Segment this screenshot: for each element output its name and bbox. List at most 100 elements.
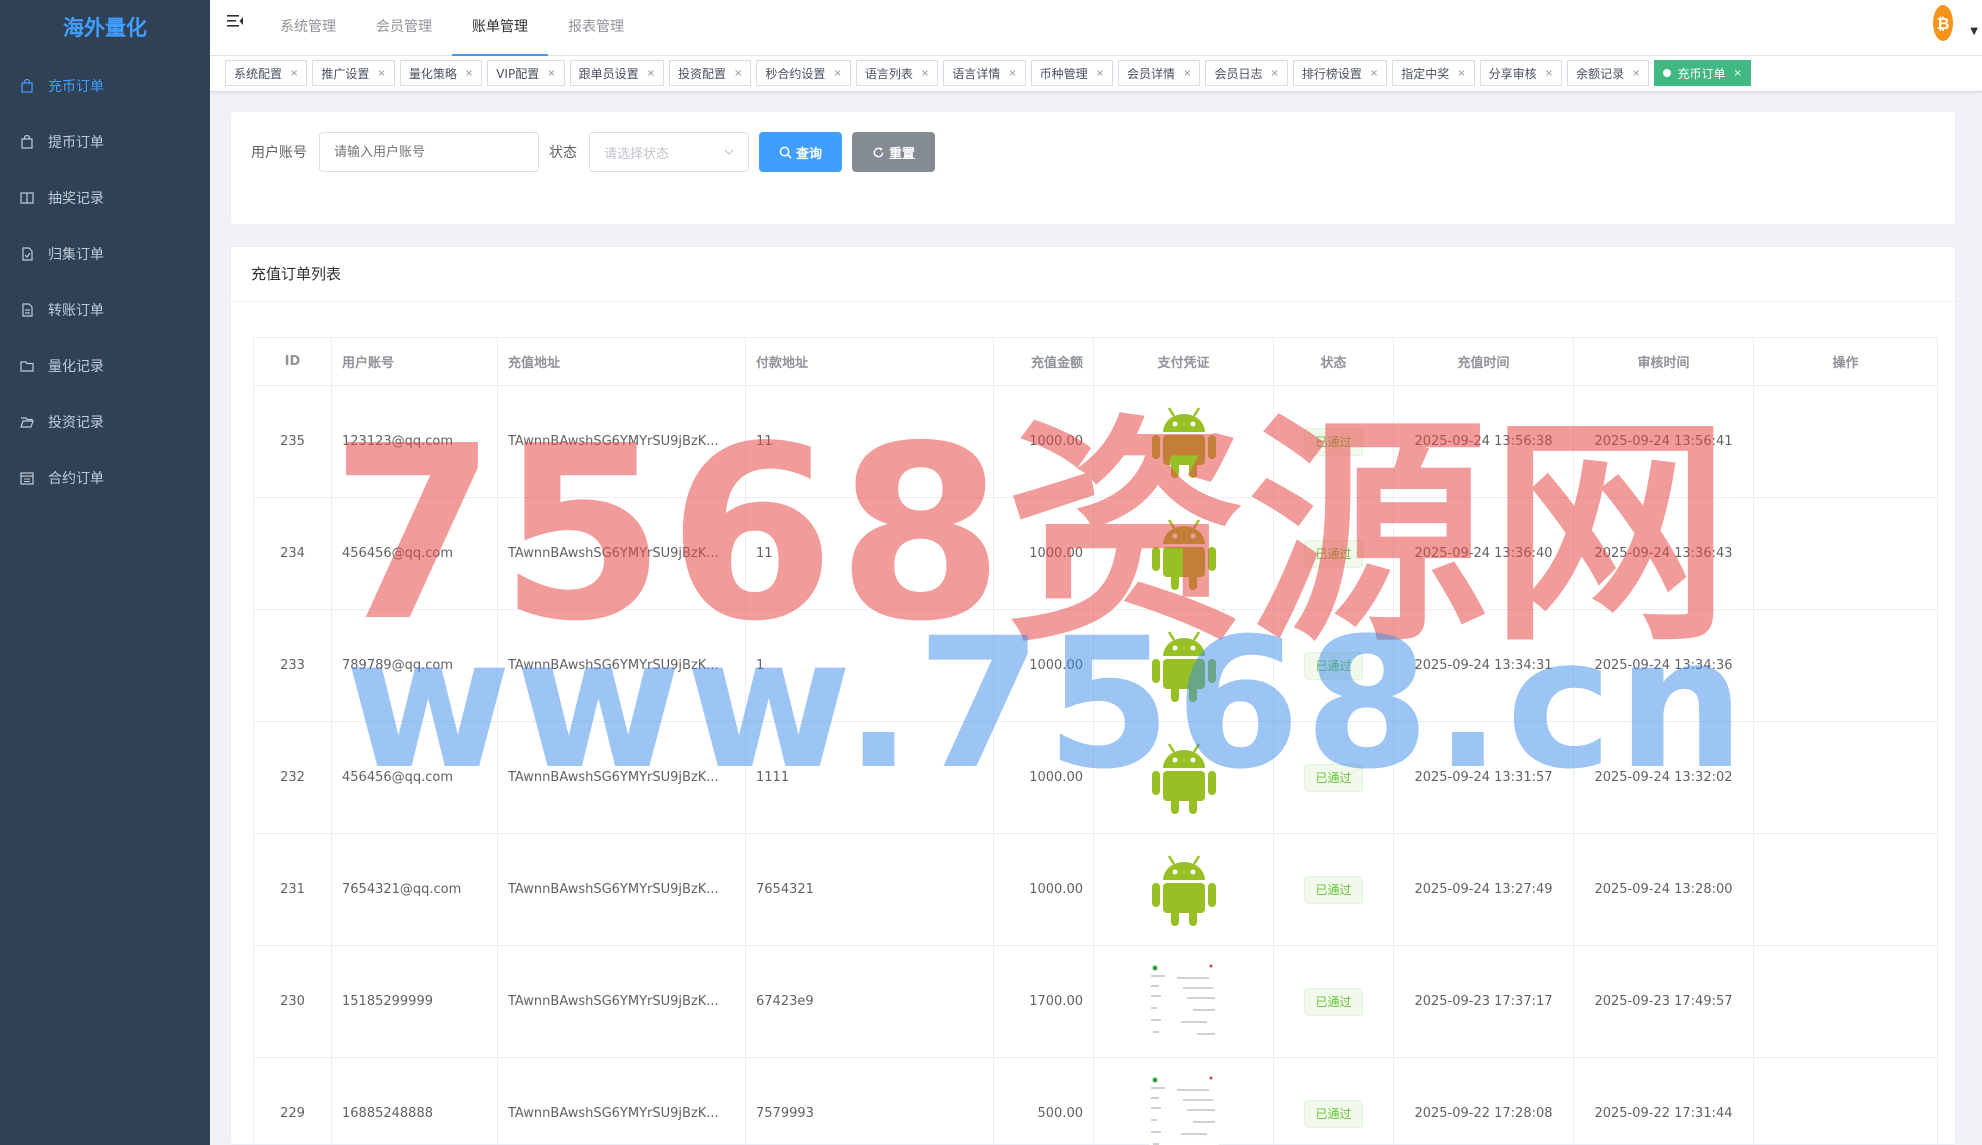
- table-row: 233 789789@qq.com TAwnnBAwshSG6YMYrSU9jBzK…: [253, 609, 1938, 722]
- table-row: 230 15185299999 TAwnnBAwshSG6YMYrSU9jBzK..…: [253, 945, 1938, 1058]
- sidebar-item-label: 归集订单: [48, 247, 104, 263]
- tag-0[interactable]: 系统配置 ×: [225, 60, 308, 86]
- search-form: 用户账号 状态 请选择状态 查询 重置: [251, 132, 945, 172]
- android-image[interactable]: [1147, 626, 1221, 706]
- cell-pay: 1: [745, 609, 994, 722]
- sidebar-item-5[interactable]: 量化记录: [0, 338, 210, 394]
- sidebar: 海外量化 充币订单提币订单 抽奖记录归集订单转账订单 量化记录 投资记录 合约订单: [0, 0, 210, 1145]
- tag-11[interactable]: 会员日志 ×: [1205, 60, 1288, 86]
- query-button[interactable]: 查询: [759, 132, 843, 172]
- cell-account: 789789@qq.com: [331, 609, 498, 722]
- sidebar-item-1[interactable]: 提币订单: [0, 114, 210, 170]
- sidebar-item-3[interactable]: 归集订单: [0, 226, 210, 282]
- action-cell: [1753, 497, 1938, 610]
- tag-label: 推广设置: [321, 66, 370, 81]
- android-image[interactable]: [1147, 738, 1221, 818]
- table-row: 232 456456@qq.com TAwnnBAwshSG6YMYrSU9jBzK…: [253, 721, 1938, 834]
- close-icon[interactable]: ×: [465, 68, 473, 79]
- tag-12[interactable]: 排行榜设置 ×: [1292, 60, 1388, 86]
- close-icon[interactable]: ×: [1008, 68, 1016, 79]
- receipt-image[interactable]: [1147, 962, 1221, 1042]
- sidebar-item-7[interactable]: 合约订单: [0, 450, 210, 506]
- close-icon[interactable]: ×: [1632, 68, 1640, 79]
- app-logo[interactable]: 海外量化: [0, 0, 210, 54]
- android-image[interactable]: [1147, 850, 1221, 930]
- close-icon[interactable]: ×: [921, 68, 929, 79]
- close-icon[interactable]: ×: [734, 68, 742, 79]
- tag-14[interactable]: 分享审核 ×: [1479, 60, 1563, 86]
- sidebar-item-6[interactable]: 投资记录: [0, 394, 210, 450]
- reset-button[interactable]: 重置: [852, 132, 936, 172]
- cell-address: TAwnnBAwshSG6YMYrSU9jBzK...: [497, 497, 746, 610]
- cell-address: TAwnnBAwshSG6YMYrSU9jBzK...: [497, 721, 746, 834]
- cell-amount: 1700.00: [993, 945, 1094, 1058]
- tag-1[interactable]: 推广设置 ×: [312, 60, 395, 86]
- close-icon[interactable]: ×: [647, 68, 655, 79]
- tab-topnav-1[interactable]: 会员管理: [356, 0, 452, 56]
- close-icon[interactable]: ×: [1096, 68, 1104, 79]
- sidebar-item-label: 充币订单: [48, 79, 104, 95]
- tag-5[interactable]: 投资配置 ×: [669, 60, 752, 86]
- android-image[interactable]: [1147, 514, 1221, 594]
- tag-7[interactable]: 语言列表 ×: [855, 60, 939, 86]
- tag-10[interactable]: 会员详情 ×: [1118, 60, 1201, 86]
- tag-6[interactable]: 秒合约设置 ×: [756, 60, 851, 86]
- cell-pay: 11: [745, 385, 994, 498]
- cell-account: 15185299999: [331, 945, 498, 1058]
- tag-label: 排行榜设置: [1301, 66, 1362, 81]
- tab-topnav-0[interactable]: 系统管理: [260, 0, 356, 56]
- search-panel: 用户账号 状态 请选择状态 查询 重置: [230, 111, 1956, 225]
- close-icon[interactable]: ×: [1270, 68, 1278, 79]
- tag-label: VIP配置: [496, 66, 540, 81]
- query-button-label: 查询: [796, 146, 823, 162]
- tab-topnav-3[interactable]: 报表管理: [548, 0, 644, 56]
- sidebar-item-0[interactable]: 充币订单: [0, 58, 210, 114]
- account-label: 用户账号: [251, 145, 307, 161]
- close-icon[interactable]: ×: [1457, 68, 1465, 79]
- tag-label: 语言列表: [864, 66, 913, 81]
- status-select[interactable]: 请选择状态: [589, 132, 749, 172]
- cell-pay: 1111: [745, 721, 994, 834]
- proof-cell: [1093, 385, 1274, 498]
- table-row: 235 123123@qq.com TAwnnBAwshSG6YMYrSU9jBzK…: [253, 385, 1938, 498]
- cell-time: 2025-09-24 13:34:31: [1393, 609, 1574, 722]
- tag-8[interactable]: 语言详情 ×: [943, 60, 1026, 86]
- tag-label: 语言详情: [952, 66, 1001, 81]
- sidebar-item-4[interactable]: 转账订单: [0, 282, 210, 338]
- close-icon[interactable]: ×: [1370, 68, 1378, 79]
- status-cell: 已通过: [1273, 497, 1394, 610]
- tag-9[interactable]: 币种管理 ×: [1030, 60, 1114, 86]
- hamburger-menu-icon[interactable]: [226, 12, 244, 30]
- sidebar-item-2[interactable]: 抽奖记录: [0, 170, 210, 226]
- close-icon[interactable]: ×: [547, 68, 555, 79]
- close-icon[interactable]: ×: [377, 68, 385, 79]
- column-header: ID: [253, 337, 332, 386]
- close-icon[interactable]: ×: [1183, 68, 1191, 79]
- avatar[interactable]: ₿: [1932, 4, 1954, 42]
- close-icon[interactable]: ×: [1545, 68, 1553, 79]
- status-cell: 已通过: [1273, 721, 1394, 834]
- android-image[interactable]: [1147, 402, 1221, 482]
- tag-2[interactable]: 量化策略 ×: [399, 60, 483, 86]
- cell-id: 232: [253, 721, 332, 834]
- tag-16[interactable]: 充币订单 ×: [1654, 60, 1751, 86]
- tag-15[interactable]: 余额记录 ×: [1567, 60, 1650, 86]
- tag-3[interactable]: VIP配置 ×: [487, 60, 565, 86]
- cell-account: 456456@qq.com: [331, 721, 498, 834]
- document-icon: [20, 247, 34, 261]
- cell-id: 230: [253, 945, 332, 1058]
- tag-4[interactable]: 跟单员设置 ×: [569, 60, 665, 86]
- close-icon[interactable]: ×: [833, 68, 841, 79]
- caret-down-icon[interactable]: ▼: [1970, 26, 1978, 37]
- status-badge: 已通过: [1304, 651, 1363, 680]
- close-icon[interactable]: ×: [1734, 68, 1742, 79]
- status-badge: 已通过: [1304, 875, 1363, 904]
- tab-topnav-2[interactable]: 账单管理: [452, 0, 548, 56]
- tag-13[interactable]: 指定中奖 ×: [1392, 60, 1475, 86]
- close-icon[interactable]: ×: [290, 68, 298, 79]
- cell-amount: 500.00: [993, 1057, 1094, 1145]
- receipt-image[interactable]: [1147, 1074, 1221, 1145]
- tag-label: 会员日志: [1214, 66, 1263, 81]
- account-input[interactable]: [319, 132, 539, 172]
- tag-label: 量化策略: [408, 66, 457, 81]
